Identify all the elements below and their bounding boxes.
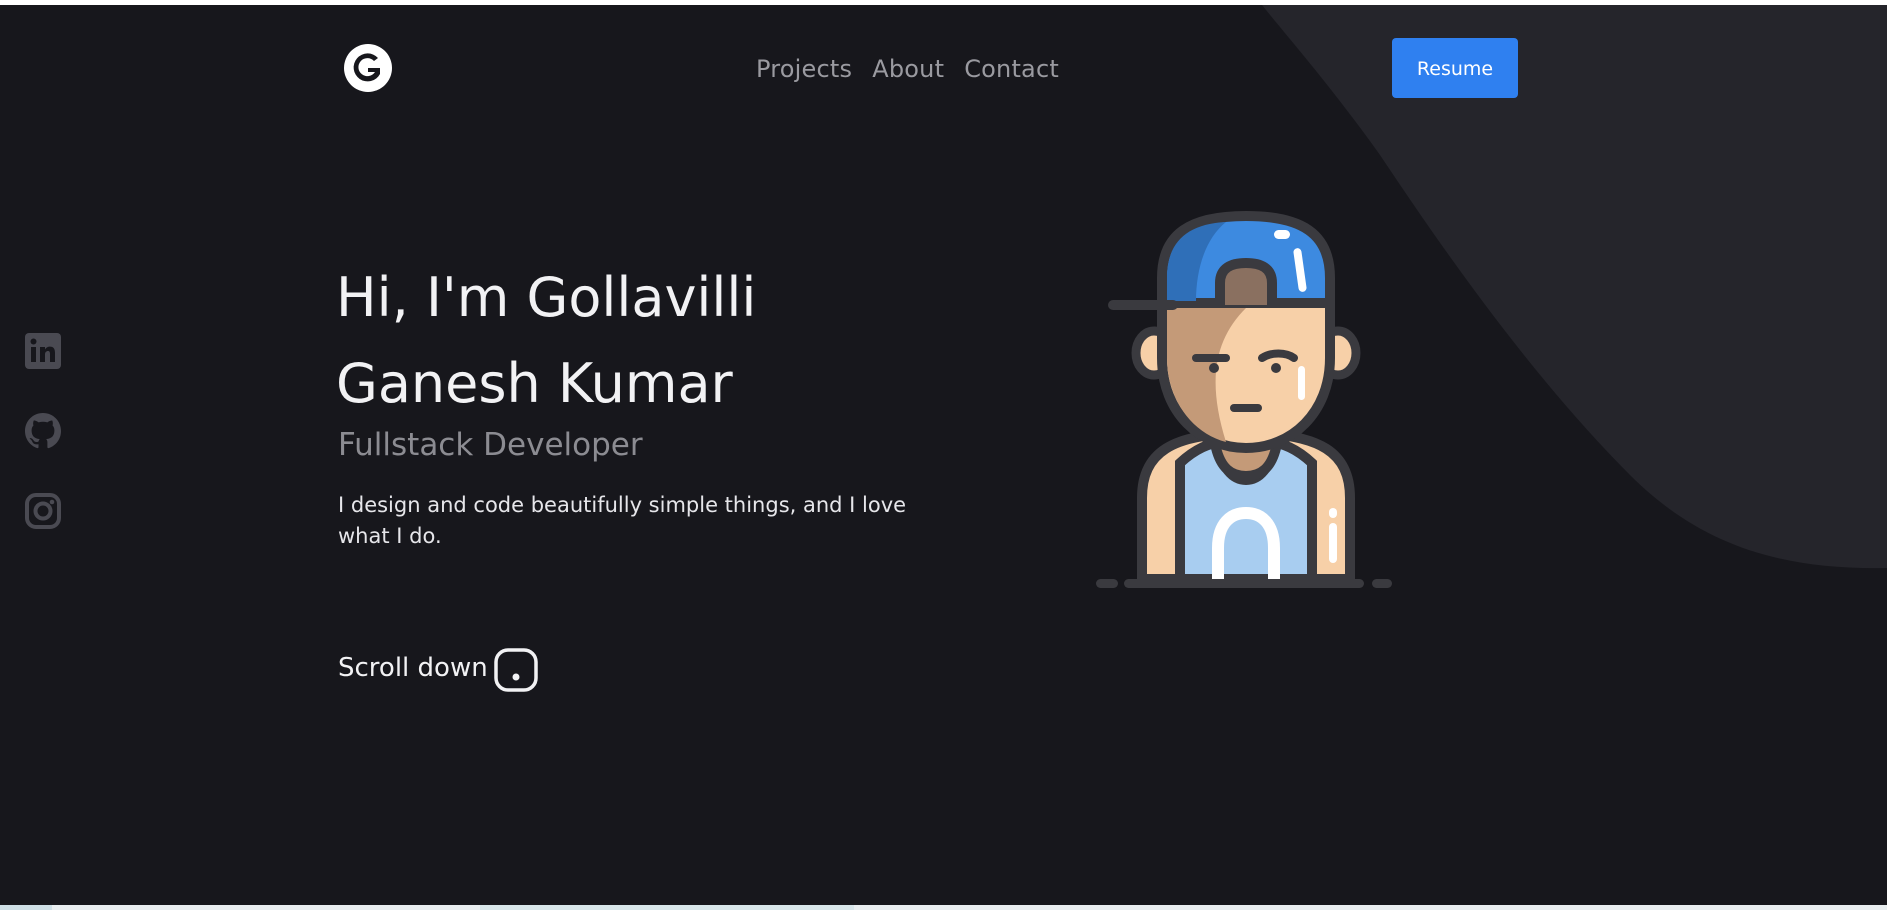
page: Projects About Contact Resume Hi, I'm Go…: [0, 5, 1887, 905]
resume-button[interactable]: Resume: [1392, 38, 1518, 98]
instagram-icon[interactable]: [24, 492, 62, 530]
main-nav: Projects About Contact: [756, 54, 1059, 84]
developer-avatar-illustration: [1096, 210, 1392, 588]
background-curve-shape: [1262, 5, 1887, 569]
github-icon[interactable]: [24, 412, 62, 450]
g-logo-icon[interactable]: [344, 44, 392, 92]
nav-link-about[interactable]: About: [872, 54, 944, 84]
nav-link-projects[interactable]: Projects: [756, 54, 852, 84]
scroll-down-label[interactable]: Scroll down: [338, 651, 488, 685]
mouse-icon[interactable]: [493, 647, 539, 693]
hero-role: Fullstack Developer: [338, 427, 643, 463]
hero-title: Hi, I'm Gollavilli Ganesh Kumar: [336, 266, 757, 415]
bottom-strip: [0, 905, 1887, 910]
linkedin-icon[interactable]: [24, 332, 62, 370]
nav-link-contact[interactable]: Contact: [964, 54, 1059, 84]
hero-description: I design and code beautifully simple thi…: [338, 493, 907, 548]
